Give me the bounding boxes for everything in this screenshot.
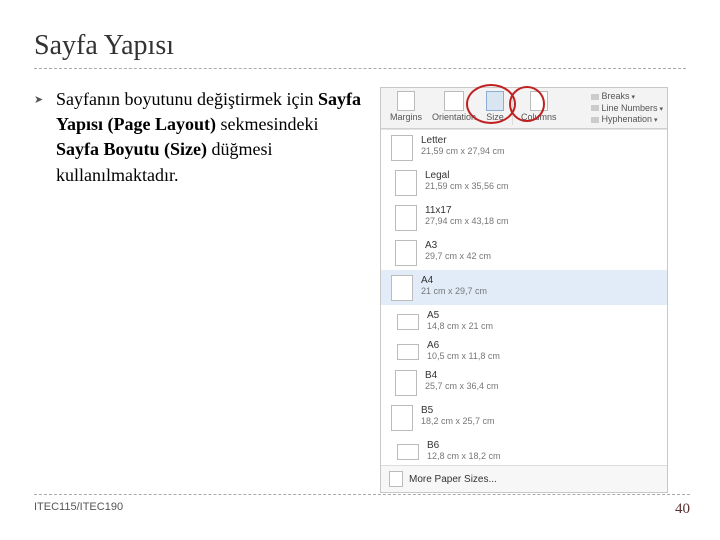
size-option-b4[interactable]: B425,7 cm x 36,4 cm [381,365,667,400]
hyphenation-button[interactable]: Hyphenation [591,114,664,126]
page-thumb-icon [395,170,417,196]
size-name: A4 [421,275,487,286]
page-thumb-icon [391,275,413,301]
page-thumb-icon [395,205,417,231]
chevron-icon: ➤ [34,87,46,188]
word-size-panel: Margins Orientation Size Columns Breaks … [380,87,668,493]
size-name: B6 [427,440,501,451]
size-dims: 27,94 cm x 43,18 cm [425,216,509,226]
size-name: A6 [427,340,500,351]
footer-page-number: 40 [675,501,690,518]
size-dims: 29,7 cm x 42 cm [425,251,491,261]
line-numbers-button[interactable]: Line Numbers [591,103,664,115]
size-option-b5[interactable]: B518,2 cm x 25,7 cm [381,400,667,435]
size-dims: 10,5 cm x 11,8 cm [427,351,500,361]
more-paper-sizes[interactable]: More Paper Sizes... [381,465,667,492]
page-thumb-icon [397,344,419,360]
footer-course: ITEC115/ITEC190 [34,501,123,518]
size-option-a6[interactable]: A610,5 cm x 11,8 cm [381,335,667,365]
size-option-a5[interactable]: A514,8 cm x 21 cm [381,305,667,335]
size-option-letter[interactable]: Letter21,59 cm x 27,94 cm [381,130,667,165]
page-thumb-icon [397,314,419,330]
size-name: Legal [425,170,509,181]
page-thumb-icon [397,444,419,460]
page-thumb-icon [391,405,413,431]
size-name: A5 [427,310,493,321]
page-thumb-icon [391,135,413,161]
ribbon: Margins Orientation Size Columns Breaks … [381,88,667,129]
title-divider [34,68,686,69]
margins-button[interactable]: Margins [385,90,427,123]
columns-button[interactable]: Columns [516,90,562,123]
size-option-b6[interactable]: B612,8 cm x 18,2 cm [381,435,667,465]
page-thumb-icon [395,370,417,396]
size-dims: 21,59 cm x 27,94 cm [421,146,505,156]
size-option-a4[interactable]: A421 cm x 29,7 cm [381,270,667,305]
size-dims: 18,2 cm x 25,7 cm [421,416,495,426]
breaks-button[interactable]: Breaks [591,91,664,103]
bullet-item: ➤ Sayfanın boyutunu değiştirmek için Say… [34,87,364,188]
size-name: Letter [421,135,505,146]
text: sekmesindeki [216,114,318,134]
size-name: B5 [421,405,495,416]
page-icon [389,471,403,487]
size-option-a3[interactable]: A329,7 cm x 42 cm [381,235,667,270]
size-dims: 21 cm x 29,7 cm [421,286,487,296]
size-button[interactable]: Size [481,90,509,123]
slide-title: Sayfa Yapısı [34,30,686,62]
size-dims: 14,8 cm x 21 cm [427,321,493,331]
page-thumb-icon [395,240,417,266]
size-name: 11x17 [425,205,509,216]
orientation-button[interactable]: Orientation [427,90,481,123]
size-dropdown: Letter21,59 cm x 27,94 cmLegal21,59 cm x… [381,129,667,465]
size-name: A3 [425,240,491,251]
size-dims: 25,7 cm x 36,4 cm [425,381,499,391]
text: Sayfanın boyutunu değiştirmek için [56,89,318,109]
size-option-11x17[interactable]: 11x1727,94 cm x 43,18 cm [381,200,667,235]
size-dims: 21,59 cm x 35,56 cm [425,181,509,191]
size-dims: 12,8 cm x 18,2 cm [427,451,501,461]
size-option-legal[interactable]: Legal21,59 cm x 35,56 cm [381,165,667,200]
bold-text: Sayfa Boyutu (Size) [56,139,207,159]
size-name: B4 [425,370,499,381]
